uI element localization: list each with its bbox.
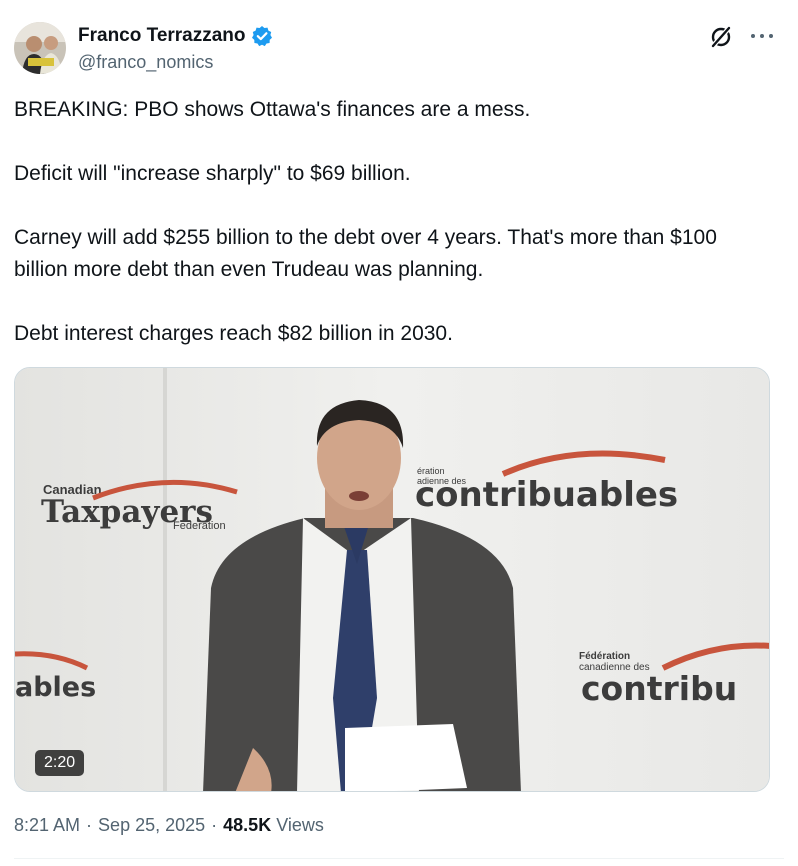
tweet-paragraph: BREAKING: PBO shows Ottawa's finances ar…: [14, 98, 531, 121]
more-icon[interactable]: [746, 26, 778, 46]
video-duration-badge: 2:20: [35, 750, 85, 776]
author-names: Franco Terrazzano @franco_nomics: [78, 24, 273, 73]
backdrop-logo-big: ables: [15, 672, 96, 703]
backdrop-logo-small: Fédération: [579, 651, 630, 662]
meta-separator: ·: [86, 815, 93, 835]
verified-badge-icon[interactable]: [251, 25, 273, 47]
tweet-date[interactable]: Sep 25, 2025: [98, 815, 205, 836]
video-player[interactable]: Canadian Taxpayers Federation ération ad…: [14, 367, 770, 792]
tweet-time[interactable]: 8:21 AM: [14, 815, 80, 836]
backdrop-logo-big: contribu: [581, 669, 737, 708]
backdrop-logo-sub: Federation: [173, 520, 226, 532]
display-name[interactable]: Franco Terrazzano: [78, 25, 246, 47]
tweet-text: BREAKING: PBO shows Ottawa's finances ar…: [14, 94, 774, 350]
tweet-header: Franco Terrazzano @franco_nomics: [14, 22, 784, 78]
views-count[interactable]: 48.5K: [223, 815, 271, 836]
tweet-meta: 8:21 AM · Sep 25, 2025 · 48.5K Views: [14, 815, 324, 836]
video-frame: Canadian Taxpayers Federation ération ad…: [15, 368, 769, 791]
author-handle[interactable]: @franco_nomics: [78, 52, 273, 73]
views-label[interactable]: Views: [276, 815, 324, 836]
grok-icon[interactable]: [708, 24, 734, 50]
avatar[interactable]: [14, 22, 66, 74]
divider: [14, 858, 784, 859]
tweet-paragraph: Deficit will "increase sharply" to $69 b…: [14, 162, 411, 185]
meta-separator: ·: [211, 815, 218, 835]
backdrop-logo-big: contribuables: [415, 475, 678, 515]
tweet-paragraph: Carney will add $255 billion to the debt…: [14, 226, 717, 281]
tweet-paragraph: Debt interest charges reach $82 billion …: [14, 322, 453, 345]
